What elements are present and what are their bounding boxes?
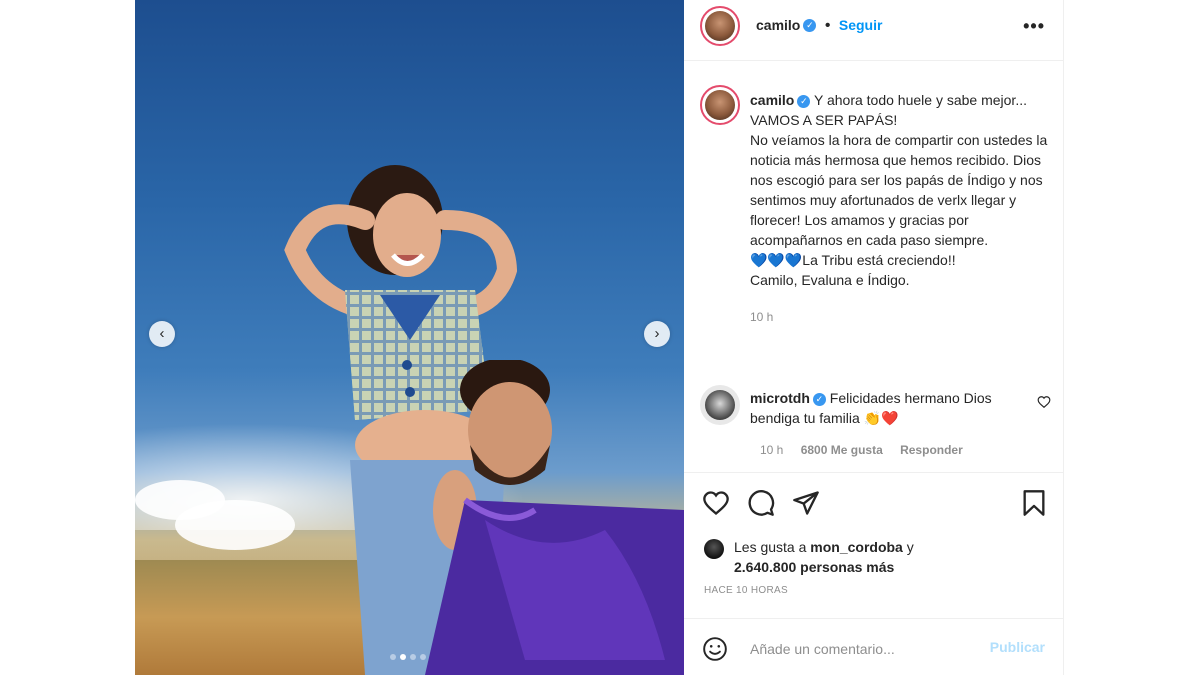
likes-count[interactable]: 2.640.800 personas más bbox=[734, 559, 894, 575]
like-comment-heart-icon[interactable] bbox=[1037, 395, 1051, 409]
verified-badge-icon: ✓ bbox=[797, 94, 811, 108]
caption-line: Camilo, Evaluna e Índigo. bbox=[750, 272, 910, 288]
share-paper-plane-icon[interactable] bbox=[792, 489, 820, 517]
post-timestamp[interactable]: HACE 10 HORAS bbox=[704, 585, 788, 596]
comment: microtdh ✓ Felicidades hermano Dios bendi… bbox=[750, 388, 1020, 428]
likes-connector: y bbox=[902, 539, 914, 555]
comment-timestamp[interactable]: 10 h bbox=[760, 443, 783, 457]
comment-bubble-icon[interactable] bbox=[747, 489, 775, 517]
verified-badge-icon: ✓ bbox=[803, 19, 817, 33]
avatar-image bbox=[705, 11, 735, 41]
comment-username[interactable]: microtdh bbox=[750, 390, 810, 406]
post-photo[interactable]: ‹ › bbox=[135, 0, 684, 675]
carousel-dot-active bbox=[400, 654, 406, 660]
caption-timestamp[interactable]: 10 h bbox=[750, 310, 773, 324]
comment-input[interactable] bbox=[748, 637, 972, 661]
man-figure bbox=[425, 360, 684, 675]
author-username[interactable]: camilo bbox=[756, 17, 800, 33]
carousel-dot bbox=[410, 654, 416, 660]
post-caption: camilo ✓ Y ahora todo huele y sabe mejor.… bbox=[750, 90, 1050, 327]
publish-button[interactable]: Publicar bbox=[990, 639, 1045, 655]
header-user-row: camilo ✓ • Seguir bbox=[756, 17, 882, 35]
save-bookmark-icon[interactable] bbox=[1020, 489, 1048, 517]
instagram-post: ‹ › camilo ✓ • Seguir ••• camilo ✓ Y aho… bbox=[135, 0, 1064, 675]
separator-dot: • bbox=[824, 17, 831, 34]
liker-username[interactable]: mon_cordoba bbox=[810, 539, 903, 555]
carousel-dot bbox=[420, 654, 426, 660]
author-avatar[interactable] bbox=[700, 6, 740, 46]
previous-slide-button[interactable]: ‹ bbox=[149, 321, 175, 347]
likes-summary: Les gusta a mon_cordoba y 2.640.800 pers… bbox=[704, 537, 1044, 577]
like-heart-icon[interactable] bbox=[702, 489, 730, 517]
carousel-indicator bbox=[390, 654, 426, 660]
commenter-avatar[interactable] bbox=[700, 385, 740, 425]
avatar-image bbox=[705, 90, 735, 120]
avatar-image bbox=[705, 390, 735, 420]
comment-likes[interactable]: 6800 Me gusta bbox=[801, 443, 883, 457]
add-comment-bar: Publicar bbox=[684, 618, 1063, 676]
verified-badge-icon: ✓ bbox=[812, 392, 826, 406]
follow-button[interactable]: Seguir bbox=[839, 17, 883, 33]
comment-meta: 10 h 6800 Me gusta Responder bbox=[760, 443, 977, 457]
reply-button[interactable]: Responder bbox=[900, 443, 963, 457]
more-options-icon[interactable]: ••• bbox=[1023, 16, 1045, 37]
caption-line: No veíamos la hora de compartir con uste… bbox=[750, 132, 1048, 248]
carousel-dot bbox=[390, 654, 396, 660]
caption-author-avatar[interactable] bbox=[700, 85, 740, 125]
caption-line: VAMOS A SER PAPÁS! bbox=[750, 112, 898, 128]
liker-avatar[interactable] bbox=[704, 539, 724, 559]
caption-line: Y ahora todo huele y sabe mejor... bbox=[814, 92, 1027, 108]
caption-line: 💙💙💙La Tribu está creciendo!! bbox=[750, 252, 956, 268]
next-slide-button[interactable]: › bbox=[644, 321, 670, 347]
post-side-panel: camilo ✓ • Seguir ••• camilo ✓ Y ahora tod… bbox=[684, 0, 1063, 675]
emoji-smiley-icon[interactable] bbox=[702, 636, 728, 662]
likes-prefix: Les gusta a bbox=[734, 539, 811, 555]
caption-username[interactable]: camilo bbox=[750, 92, 794, 108]
post-header: camilo ✓ • Seguir ••• bbox=[684, 0, 1063, 61]
post-actions bbox=[684, 472, 1063, 533]
